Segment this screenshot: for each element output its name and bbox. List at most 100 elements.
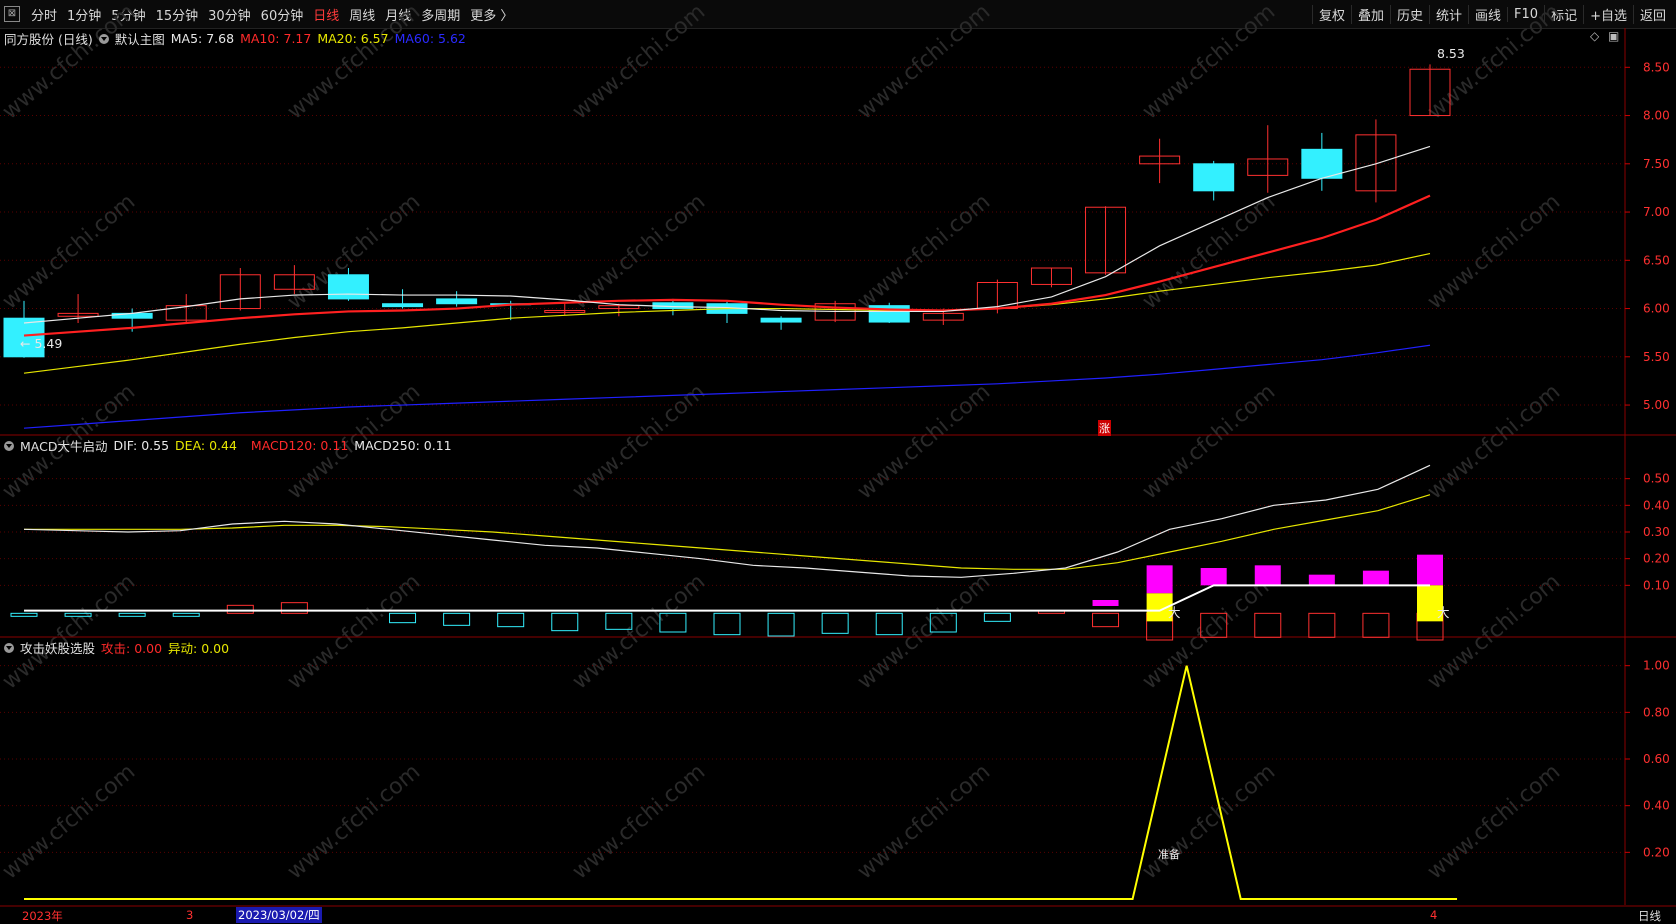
macd-bar <box>875 612 903 636</box>
watermark-text: www.cfchi.com <box>283 759 425 884</box>
dif-line <box>23 464 1431 578</box>
chart-template[interactable]: 默认主图 <box>115 29 165 48</box>
macd-signal-bar <box>1308 574 1335 586</box>
watermark-text: www.cfchi.com <box>1423 0 1565 125</box>
y-tick-label: 6.00 <box>1643 302 1670 316</box>
macd-bar <box>172 612 200 617</box>
macd-bar <box>1362 612 1390 638</box>
panel-toggle-icon[interactable]: ▣ <box>1608 29 1619 43</box>
watermark-text: www.cfchi.com <box>0 0 140 125</box>
signal-panel-header: 攻击妖股选股 攻击: 0.00 异动: 0.00 <box>4 638 229 657</box>
macd-signal-bar <box>1200 568 1227 586</box>
month-label: 4 <box>1430 908 1438 922</box>
watermark-text: www.cfchi.com <box>568 189 710 314</box>
zhang-marker: 涨 <box>1098 420 1111 436</box>
dropdown-icon[interactable] <box>4 440 14 451</box>
macd-bar <box>983 612 1011 622</box>
ma20-value: MA20: 6.57 <box>317 31 389 46</box>
watermark-text: www.cfchi.com <box>853 759 995 884</box>
da-label: 大 <box>1437 605 1450 620</box>
y-tick-label: 0.40 <box>1643 799 1670 813</box>
watermark-text: www.cfchi.com <box>853 189 995 314</box>
watermark-text: www.cfchi.com <box>1138 0 1280 125</box>
cursor-date: 2023/03/02/四 <box>236 907 322 923</box>
y-tick-label: 5.50 <box>1643 350 1670 364</box>
ma60-line <box>23 344 1431 429</box>
signal-indicator-name[interactable]: 攻击妖股选股 <box>20 638 95 657</box>
attack-value: 攻击: 0.00 <box>101 641 163 656</box>
macd-bar <box>1308 612 1336 638</box>
macd-bar <box>767 612 795 637</box>
y-tick-label: 8.00 <box>1643 109 1670 123</box>
watermark-text: www.cfchi.com <box>853 0 995 125</box>
y-tick-label: 7.50 <box>1643 157 1670 171</box>
y-tick-label: 0.10 <box>1643 578 1670 592</box>
macd-bar <box>226 604 254 614</box>
da-label: 大 <box>1168 605 1181 620</box>
watermark-text: www.cfchi.com <box>0 569 140 694</box>
macd-bar <box>497 612 525 628</box>
low-price-label: ← 5.49 <box>20 336 63 351</box>
y-tick-label: 0.20 <box>1643 845 1670 859</box>
macd-signal-bar <box>1417 554 1443 586</box>
dropdown-icon[interactable] <box>98 33 109 44</box>
ma10-value: MA10: 7.17 <box>240 31 312 46</box>
y-tick-label: 0.20 <box>1643 552 1670 566</box>
candle-body <box>760 317 802 323</box>
macd-bar <box>713 612 741 636</box>
macd-bar <box>118 612 146 617</box>
watermark-text: www.cfchi.com <box>1423 569 1565 694</box>
macd-bar <box>1254 612 1282 638</box>
dea-value: DEA: 0.44 <box>175 438 237 453</box>
watermark-text: www.cfchi.com <box>568 569 710 694</box>
y-tick-label: 0.50 <box>1643 472 1670 486</box>
watermark-text: www.cfchi.com <box>1138 189 1280 314</box>
main-panel-header: 同方股份 (日线) 默认主图 MA5: 7.68 MA10: 7.17 MA20… <box>4 29 466 48</box>
watermark-text: www.cfchi.com <box>283 0 425 125</box>
macd-bar <box>551 612 579 632</box>
macd120-value: MACD120: 0.11 <box>250 438 349 453</box>
watermark-text: www.cfchi.com <box>0 759 140 884</box>
y-tick-label: 1.00 <box>1643 659 1670 673</box>
dea-line <box>24 494 1431 570</box>
macd-bar <box>10 612 38 617</box>
macd-indicator-name[interactable]: MACD大牛启动 <box>20 436 107 455</box>
y-tick-label: 6.50 <box>1643 253 1670 267</box>
watermark-text: www.cfchi.com <box>568 0 710 125</box>
macd-signal-bar <box>1092 600 1119 606</box>
watermark-text: www.cfchi.com <box>853 379 995 504</box>
candle-body <box>1193 163 1235 192</box>
candle-body <box>436 298 478 305</box>
macd-panel-header: MACD大牛启动 DIF: 0.55 DEA: 0.44 MACD120: 0.… <box>4 436 452 455</box>
watermark-text: www.cfchi.com <box>1138 759 1280 884</box>
abnormal-value: 异动: 0.00 <box>168 641 230 656</box>
y-tick-label: 8.50 <box>1643 60 1670 74</box>
year-label: 2023年 <box>22 909 63 923</box>
watermark-text: www.cfchi.com <box>1423 379 1565 504</box>
y-tick-label: 0.30 <box>1643 525 1670 539</box>
watermark-text: www.cfchi.com <box>283 569 425 694</box>
period-label[interactable]: 日线 <box>1638 908 1661 924</box>
y-tick-label: 5.00 <box>1643 398 1670 412</box>
dif-value: DIF: 0.55 <box>113 438 170 453</box>
month-label: 3 <box>186 908 194 922</box>
y-tick-label: 7.00 <box>1643 205 1670 219</box>
macd-signal-bar <box>1254 565 1281 586</box>
dropdown-icon[interactable] <box>4 642 14 653</box>
watermark-text: www.cfchi.com <box>568 759 710 884</box>
macd-bar <box>1092 612 1120 628</box>
watermark-text: www.cfchi.com <box>1138 379 1280 504</box>
watermark-text: www.cfchi.com <box>1423 759 1565 884</box>
macd-bar <box>280 602 308 614</box>
watermark-text: www.cfchi.com <box>853 569 995 694</box>
y-tick-label: 0.40 <box>1643 498 1670 512</box>
macd-signal-bar <box>1362 570 1389 586</box>
diamond-icon[interactable]: ◇ <box>1590 29 1599 43</box>
y-tick-label: 0.80 <box>1643 705 1670 719</box>
macd-bar <box>443 612 471 626</box>
watermark-text: www.cfchi.com <box>0 189 140 314</box>
stock-name[interactable]: 同方股份 (日线) <box>4 29 93 48</box>
y-tick-label: 0.60 <box>1643 752 1670 766</box>
watermark-text: www.cfchi.com <box>1423 189 1565 314</box>
kline-chart[interactable]: www.cfchi.com www.cfchi.com www.cfchi.com w… <box>0 0 1676 923</box>
